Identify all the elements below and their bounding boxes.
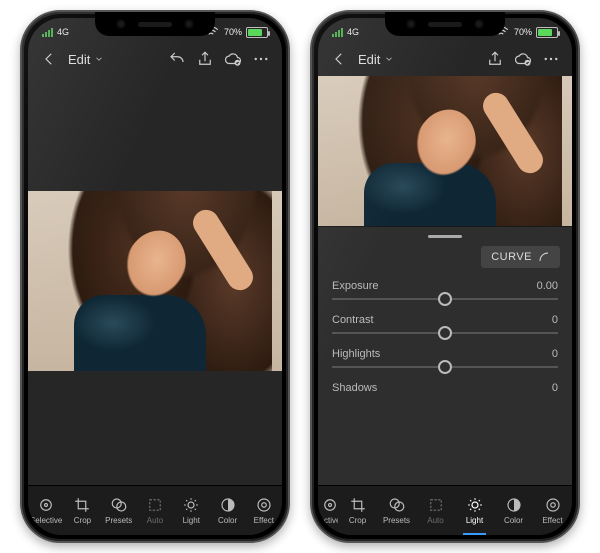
slider-value: 0.00 [537, 280, 558, 292]
photo-viewport[interactable] [318, 76, 572, 226]
tool-crop[interactable]: Crop [338, 486, 377, 535]
light-icon [181, 496, 201, 514]
tool-auto[interactable]: Auto [137, 486, 173, 535]
slider-highlights: Highlights 0 [318, 342, 572, 362]
tool-effect[interactable]: Effect [533, 486, 572, 535]
slider-highlights-track[interactable] [332, 366, 558, 368]
tool-selective[interactable]: Selective [318, 486, 338, 535]
more-icon[interactable] [542, 50, 560, 68]
crop-icon [72, 496, 92, 514]
signal-icon [42, 28, 53, 37]
battery-pct: 70% [224, 27, 242, 37]
bottom-toolbar: Selective Crop Presets Auto Light [28, 485, 282, 535]
auto-icon [145, 496, 165, 514]
slider-value: 0 [552, 382, 558, 394]
tool-crop[interactable]: Crop [64, 486, 100, 535]
cloud-check-icon[interactable] [224, 50, 242, 68]
phone-right: 4G 70% Edit [310, 10, 580, 543]
slider-exposure: Exposure 0.00 [318, 274, 572, 294]
cloud-check-icon[interactable] [514, 50, 532, 68]
share-icon[interactable] [486, 50, 504, 68]
selective-icon [320, 496, 338, 514]
page-title[interactable]: Edit [358, 52, 380, 67]
edited-photo [318, 76, 572, 226]
slider-contrast: Contrast 0 [318, 308, 572, 328]
back-icon[interactable] [40, 50, 58, 68]
light-panel: CURVE Exposure 0.00 Contrast 0 [318, 226, 572, 485]
presets-icon [387, 496, 407, 514]
slider-knob[interactable] [438, 360, 452, 374]
slider-exposure-track[interactable] [332, 298, 558, 300]
battery-icon [246, 27, 268, 38]
slider-value: 0 [552, 348, 558, 360]
tool-auto[interactable]: Auto [416, 486, 455, 535]
crop-icon [348, 496, 368, 514]
presets-icon [109, 496, 129, 514]
selective-icon [36, 496, 56, 514]
page-title[interactable]: Edit [68, 52, 90, 67]
auto-icon [426, 496, 446, 514]
slider-label: Exposure [332, 280, 378, 292]
slider-label: Highlights [332, 348, 380, 360]
notch [95, 12, 215, 36]
app-topbar: Edit [28, 42, 282, 76]
back-icon[interactable] [330, 50, 348, 68]
curve-icon [538, 251, 550, 263]
notch [385, 12, 505, 36]
effect-icon [543, 496, 563, 514]
network-label: 4G [347, 27, 359, 37]
slider-knob[interactable] [438, 292, 452, 306]
signal-icon [332, 28, 343, 37]
more-icon[interactable] [252, 50, 270, 68]
battery-pct: 70% [514, 27, 532, 37]
curve-button[interactable]: CURVE [481, 246, 560, 268]
edited-photo [28, 191, 282, 371]
slider-value: 0 [552, 314, 558, 326]
tool-effect[interactable]: Effect [246, 486, 282, 535]
chevron-down-icon[interactable] [94, 54, 104, 64]
tool-presets[interactable]: Presets [377, 486, 416, 535]
photo-viewport[interactable] [28, 76, 282, 485]
tool-light[interactable]: Light [173, 486, 209, 535]
effect-icon [254, 496, 274, 514]
share-icon[interactable] [196, 50, 214, 68]
light-icon [465, 496, 485, 514]
app-topbar: Edit [318, 42, 572, 76]
battery-icon [536, 27, 558, 38]
slider-label: Contrast [332, 314, 374, 326]
color-icon [504, 496, 524, 514]
chevron-down-icon[interactable] [384, 54, 394, 64]
tool-light[interactable]: Light [455, 486, 494, 535]
slider-knob[interactable] [438, 326, 452, 340]
tool-color[interactable]: Color [209, 486, 245, 535]
phone-left: 4G 70% Edit [20, 10, 290, 543]
tool-selective[interactable]: Selective [28, 486, 64, 535]
bottom-toolbar: Selective Crop Presets Auto Light [318, 485, 572, 535]
undo-icon[interactable] [168, 50, 186, 68]
panel-drag-handle[interactable] [428, 235, 462, 238]
tool-color[interactable]: Color [494, 486, 533, 535]
tool-presets[interactable]: Presets [101, 486, 137, 535]
slider-label: Shadows [332, 382, 377, 394]
slider-shadows: Shadows 0 [318, 376, 572, 396]
slider-contrast-track[interactable] [332, 332, 558, 334]
network-label: 4G [57, 27, 69, 37]
color-icon [218, 496, 238, 514]
